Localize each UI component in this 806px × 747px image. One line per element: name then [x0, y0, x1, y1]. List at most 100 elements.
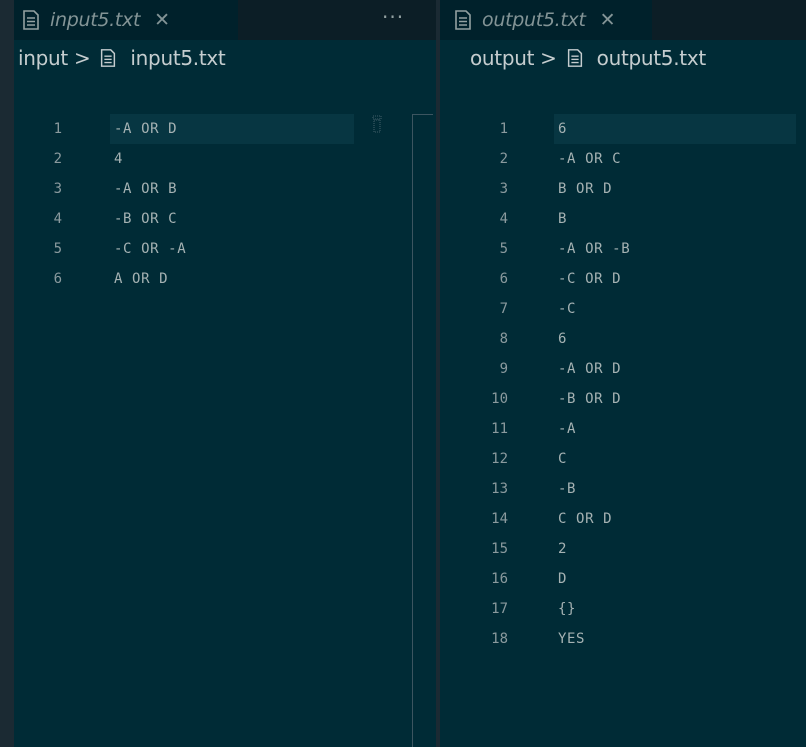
- right-tab-bar: output5.txt ✕: [440, 0, 806, 40]
- line-text[interactable]: -B OR D: [558, 384, 621, 414]
- file-text-icon: [98, 48, 118, 68]
- code-line[interactable]: 15 2: [440, 534, 796, 564]
- left-editor-pane: input5.txt ✕ ··· input > input5.txt 1 -A …: [14, 0, 436, 747]
- tab-input5[interactable]: input5.txt ✕: [14, 0, 238, 40]
- line-number: 4: [499, 211, 508, 227]
- lightbulb-icon[interactable]: [372, 115, 382, 135]
- code-line[interactable]: 5 -A OR -B: [440, 234, 796, 264]
- code-line[interactable]: 16: [440, 114, 796, 144]
- breadcrumb: output > output5.txt: [440, 40, 806, 76]
- code-line[interactable]: 7 -C: [440, 294, 796, 324]
- breadcrumb-file[interactable]: input5.txt: [130, 46, 225, 70]
- line-text[interactable]: D: [558, 564, 567, 594]
- line-text[interactable]: -C: [558, 294, 576, 324]
- breadcrumb-folder[interactable]: input: [18, 46, 68, 70]
- line-number: 2: [499, 151, 508, 167]
- left-tab-bar: input5.txt ✕ ···: [14, 0, 436, 40]
- line-number: 17: [491, 601, 508, 617]
- line-number: 12: [491, 451, 508, 467]
- minimap-border: [412, 114, 413, 747]
- line-number: 6: [499, 271, 508, 287]
- line-text[interactable]: -A: [558, 414, 576, 444]
- code-line[interactable]: 18 YES: [440, 624, 796, 654]
- breadcrumb: input > input5.txt: [14, 40, 436, 76]
- more-actions-icon[interactable]: ···: [382, 5, 404, 29]
- code-line[interactable]: 1 -A OR D: [14, 114, 354, 144]
- file-text-icon: [565, 48, 585, 68]
- right-editor-pane: output5.txt ✕ output > output5.txt 1 6 2 -A…: [440, 0, 806, 747]
- line-text[interactable]: 6: [558, 324, 567, 354]
- line-text[interactable]: -A OR D: [114, 114, 177, 144]
- line-number: 7: [499, 301, 508, 317]
- code-line[interactable]: 6 A OR D: [14, 264, 354, 294]
- line-number: 6: [53, 271, 62, 287]
- line-number: 1: [499, 121, 508, 137]
- code-line[interactable]: 5 -C OR -A: [14, 234, 354, 264]
- code-line[interactable]: 17 {}: [440, 594, 796, 624]
- line-text[interactable]: 4: [114, 144, 123, 174]
- line-text[interactable]: C OR D: [558, 504, 612, 534]
- line-text[interactable]: B OR D: [558, 174, 612, 204]
- code-line[interactable]: 2 -A OR C: [440, 144, 796, 174]
- code-line[interactable]: 24: [14, 144, 354, 174]
- code-line[interactable]: 13 -B: [440, 474, 796, 504]
- line-number: 10: [491, 391, 508, 407]
- line-number: 5: [499, 241, 508, 257]
- text-editor[interactable]: 1 6 2 -A OR C3B OR D 4 B 5 -A OR -B 6 -C OR D 7 -C 8…: [440, 114, 806, 747]
- code-line[interactable]: 11 -A: [440, 414, 796, 444]
- file-text-icon: [452, 9, 474, 31]
- text-editor[interactable]: 1 -A OR D 2 4 3 -A OR B 4 -B OR C 5 -C OR -A 6 A OR…: [14, 114, 436, 747]
- tab-title: input5.txt: [50, 9, 141, 31]
- close-icon[interactable]: ✕: [154, 10, 170, 30]
- line-number: 1: [53, 121, 62, 137]
- line-number: 15: [491, 541, 508, 557]
- window-edge: [0, 0, 14, 747]
- line-number: 18: [491, 631, 508, 647]
- code-line[interactable]: 14 C OR D: [440, 504, 796, 534]
- line-text[interactable]: -C OR D: [558, 264, 621, 294]
- code-line[interactable]: 6 -C OR D: [440, 264, 796, 294]
- line-text[interactable]: A OR D: [114, 264, 168, 294]
- code-line[interactable]: 9 -A OR D: [440, 354, 796, 384]
- close-icon[interactable]: ✕: [600, 10, 616, 30]
- code-line[interactable]: 86: [440, 324, 796, 354]
- code-line[interactable]: 10 -B OR D: [440, 384, 796, 414]
- line-number: 8: [499, 331, 508, 347]
- tab-output5[interactable]: output5.txt ✕: [440, 0, 652, 40]
- line-text[interactable]: -B: [558, 474, 576, 504]
- breadcrumb-file[interactable]: output5.txt: [597, 46, 707, 70]
- code-line[interactable]: 3 -A OR B: [14, 174, 354, 204]
- line-number: 9: [499, 361, 508, 377]
- line-number: 13: [491, 481, 508, 497]
- line-text[interactable]: -A OR -B: [558, 234, 630, 264]
- code-line[interactable]: 4B: [440, 204, 796, 234]
- breadcrumb-separator: >: [73, 46, 91, 70]
- line-number: 3: [53, 181, 62, 197]
- line-text[interactable]: -B OR C: [114, 204, 177, 234]
- line-number: 2: [53, 151, 62, 167]
- line-text[interactable]: B: [558, 204, 567, 234]
- line-number: 16: [491, 571, 508, 587]
- line-text[interactable]: YES: [558, 624, 585, 654]
- line-number: 5: [53, 241, 62, 257]
- code-line[interactable]: 12 C: [440, 444, 796, 474]
- line-number: 11: [491, 421, 508, 437]
- code-line[interactable]: 4 -B OR C: [14, 204, 354, 234]
- breadcrumb-folder[interactable]: output: [470, 46, 534, 70]
- tab-title: output5.txt: [482, 9, 586, 31]
- line-text[interactable]: -A OR D: [558, 354, 621, 384]
- breadcrumb-separator: >: [540, 46, 557, 70]
- line-number: 3: [499, 181, 508, 197]
- code-line[interactable]: 3 B OR D: [440, 174, 796, 204]
- line-number: 4: [53, 211, 62, 227]
- line-text[interactable]: -C OR -A: [114, 234, 186, 264]
- line-text[interactable]: 6: [558, 114, 567, 144]
- line-text[interactable]: -A OR C: [558, 144, 621, 174]
- code-line[interactable]: 16 D: [440, 564, 796, 594]
- line-text[interactable]: {}: [558, 594, 576, 624]
- line-text[interactable]: -A OR B: [114, 174, 177, 204]
- line-text[interactable]: C: [558, 444, 567, 474]
- file-text-icon: [20, 9, 42, 31]
- line-number: 14: [491, 511, 508, 527]
- line-text[interactable]: 2: [558, 534, 567, 564]
